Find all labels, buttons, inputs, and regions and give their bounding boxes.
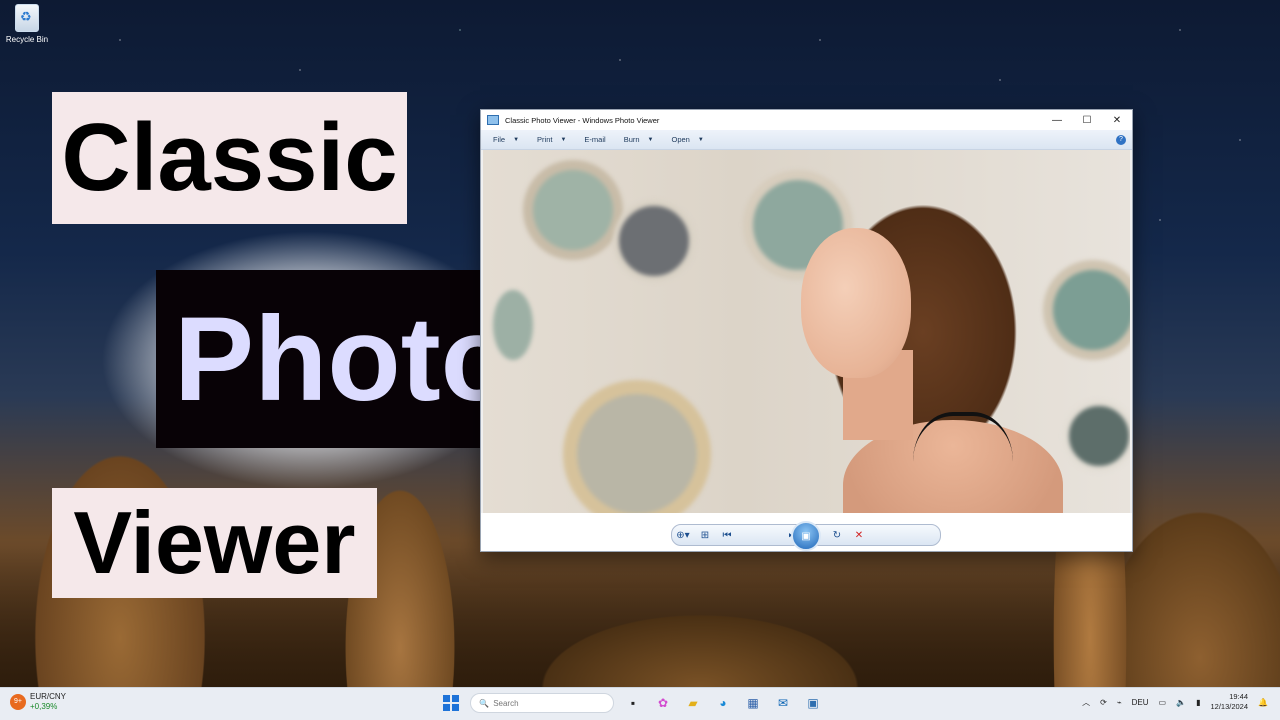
title-photo: Photo [156, 270, 532, 448]
recycle-bin-icon [15, 4, 39, 32]
photo-viewer-taskbar-icon[interactable]: ▣ [802, 692, 824, 714]
window-title: Classic Photo Viewer - Windows Photo Vie… [505, 115, 660, 125]
speaker-icon[interactable]: 🔈 [1176, 698, 1186, 707]
fit-icon[interactable]: ⊞ [694, 530, 716, 541]
title-viewer: Viewer [52, 488, 377, 598]
file-explorer-icon[interactable]: ▰ [682, 692, 704, 714]
minimize-button[interactable]: — [1042, 115, 1072, 126]
window-titlebar[interactable]: Classic Photo Viewer - Windows Photo Vie… [481, 110, 1132, 130]
photo-viewer-window: Classic Photo Viewer - Windows Photo Vie… [480, 109, 1133, 552]
recycle-bin[interactable]: Recycle Bin [2, 4, 52, 44]
taskbar-center: 🔍 ▪ ✿ ▰ ◕ ▦ ✉ ▣ [440, 692, 824, 714]
widget-name: EUR/CNY [30, 692, 67, 701]
displayed-photo [483, 150, 1130, 513]
chevron-up-icon[interactable]: ︿ [1082, 697, 1090, 708]
search-input[interactable] [491, 697, 606, 709]
menu-open[interactable]: Open ▼ [671, 135, 703, 144]
clock-date: 12/13/2024 [1210, 702, 1249, 711]
menu-file[interactable]: File ▼ [493, 135, 519, 144]
help-icon[interactable]: ? [1116, 134, 1126, 145]
maximize-button[interactable]: ☐ [1072, 115, 1102, 126]
menu-print[interactable]: Print ▼ [537, 135, 566, 144]
store-icon[interactable]: ▦ [742, 692, 764, 714]
start-button[interactable] [440, 692, 462, 714]
chevron-down-icon: ▼ [513, 136, 520, 143]
clock-time: 19:44 [1229, 692, 1249, 701]
previous-icon[interactable]: ⏮ [716, 530, 738, 541]
clock[interactable]: 19:44 12/13/2024 [1210, 692, 1248, 712]
recycle-bin-label: Recycle Bin [5, 35, 49, 44]
edge-icon[interactable]: ◕ [712, 692, 734, 714]
taskbar-search[interactable]: 🔍 [470, 693, 614, 713]
search-icon: 🔍 [479, 698, 492, 708]
zoom-icon[interactable]: ⊕▾ [672, 530, 694, 541]
task-view-icon[interactable]: ▪ [622, 692, 644, 714]
menu-burn[interactable]: Burn ▼ [624, 135, 654, 144]
display-icon[interactable]: ▭ [1159, 698, 1167, 707]
outlook-icon[interactable]: ✉ [772, 692, 794, 714]
menu-email[interactable]: E-mail [584, 135, 605, 144]
sync-icon[interactable]: ⟳ [1100, 698, 1107, 707]
slideshow-button[interactable]: ▣ [791, 521, 821, 551]
system-tray: ︿ ⟳ ⌁ DEU ▭ 🔈 ▮ 19:44 12/13/2024 🔔 [1082, 692, 1268, 712]
copilot-icon[interactable]: ✿ [652, 692, 674, 714]
language-indicator[interactable]: DEU [1132, 698, 1149, 707]
slideshow-icon: ▣ [801, 530, 811, 542]
menu-bar: File ▼ Print ▼ E-mail Burn ▼ Open ▼ ? [481, 130, 1132, 150]
title-classic: Classic [52, 92, 407, 224]
chevron-down-icon: ▼ [697, 136, 704, 143]
photo-viewer-icon [487, 115, 499, 125]
chevron-down-icon: ▼ [560, 136, 567, 143]
widget-badge: 9+ [10, 694, 26, 710]
delete-icon[interactable]: ✕ [848, 530, 870, 541]
close-button[interactable]: ✕ [1102, 115, 1132, 126]
widget-change: +0,39% [30, 702, 58, 711]
chevron-down-icon: ▼ [647, 136, 654, 143]
taskbar: 9+ EUR/CNY +0,39% 🔍 ▪ ✿ ▰ ◕ ▦ ✉ ▣ ︿ ⟳ ⌁ … [0, 687, 1280, 720]
weather-widget[interactable]: 9+ EUR/CNY +0,39% [10, 692, 66, 712]
network-icon[interactable]: ⌁ [1117, 698, 1122, 707]
notification-icon[interactable]: 🔔 [1258, 698, 1268, 707]
rotate-right-icon[interactable]: ↻ [826, 530, 848, 541]
battery-icon[interactable]: ▮ [1196, 698, 1200, 707]
